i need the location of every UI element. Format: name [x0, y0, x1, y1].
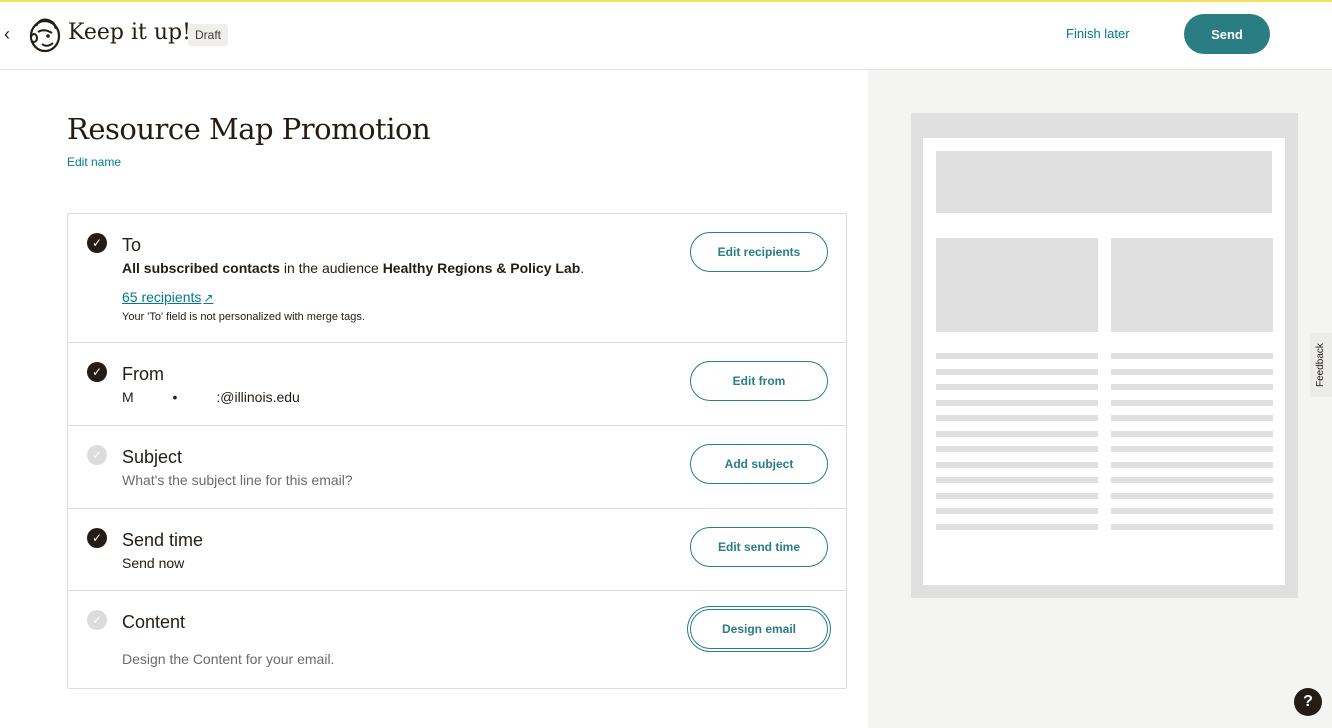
row-desc-to: All subscribed contacts in the audience …: [122, 260, 584, 276]
audience-name: Healthy Regions & Policy Lab: [382, 260, 581, 276]
desc-end: .: [580, 260, 585, 276]
draft-badge: Draft: [188, 24, 229, 46]
edit-recipients-button[interactable]: Edit recipients: [690, 232, 828, 272]
placeholder-line: [1111, 399, 1273, 406]
placeholder-header-block: [936, 151, 1272, 213]
placeholder-line: [1111, 492, 1273, 499]
edit-from-button[interactable]: Edit from: [690, 361, 828, 401]
placeholder-line: [1111, 353, 1273, 359]
back-chevron-icon[interactable]: ‹: [4, 24, 18, 46]
design-email-button[interactable]: Design email: [690, 609, 828, 649]
placeholder-line: [936, 492, 1098, 499]
row-desc-from: M • :@illinois.edu: [122, 389, 300, 405]
desc-connector: in the audience: [279, 260, 383, 276]
row-title-content: Content: [122, 612, 186, 632]
placeholder-line: [1111, 508, 1273, 514]
row-desc-subject: What's the subject line for this email?: [122, 472, 353, 488]
row-desc-content: Design the Content for your email.: [122, 651, 335, 667]
checkmark-icon: ✓: [87, 610, 107, 630]
placeholder-line: [936, 461, 1098, 468]
placeholder-line: [1111, 384, 1273, 390]
placeholder-line: [1111, 415, 1273, 421]
external-link-icon: ↗: [203, 291, 214, 305]
placeholder-line: [936, 368, 1098, 375]
placeholder-line: [1111, 430, 1273, 437]
checklist-row-send-time: ✓ Send time Send now Edit send time: [68, 509, 846, 591]
placeholder-image-right: [1111, 238, 1273, 332]
help-icon[interactable]: ?: [1294, 688, 1322, 716]
add-subject-button[interactable]: Add subject: [690, 444, 828, 484]
placeholder-line: [1111, 446, 1273, 452]
placeholder-line: [1111, 523, 1273, 530]
email-preview-placeholder: [923, 138, 1285, 585]
placeholder-line: [936, 399, 1098, 406]
checklist-row-content: ✓ Content Design the Content for your em…: [68, 591, 846, 688]
checkmark-icon: ✓: [87, 528, 107, 548]
recipients-count: 65 recipients: [122, 289, 202, 305]
checkmark-icon: ✓: [87, 362, 107, 382]
merge-tag-note: Your 'To' field is not personalized with…: [122, 311, 365, 323]
placeholder-image-left: [936, 238, 1098, 332]
campaign-checklist: ✓ To All subscribed contacts in the audi…: [67, 213, 847, 689]
checklist-row-from: ✓ From M • :@illinois.edu Edit from: [68, 343, 846, 426]
checkmark-icon: ✓: [87, 445, 107, 465]
send-button[interactable]: Send: [1184, 14, 1270, 54]
top-bar: ‹ Keep it up! Draft Finish later Send: [0, 2, 1332, 70]
placeholder-line: [936, 384, 1098, 390]
campaign-title: Resource Map Promotion: [67, 112, 431, 146]
feedback-tab[interactable]: Feedback: [1310, 333, 1332, 397]
edit-name-link[interactable]: Edit name: [67, 155, 121, 169]
edit-send-time-button[interactable]: Edit send time: [690, 527, 828, 567]
placeholder-line: [936, 353, 1098, 359]
mailchimp-logo-icon: [29, 18, 61, 53]
checkmark-icon: ✓: [87, 233, 107, 253]
placeholder-line: [936, 477, 1098, 483]
placeholder-line: [936, 446, 1098, 452]
brand-text: Keep it up!: [68, 20, 191, 45]
recipients-link[interactable]: 65 recipients ↗: [122, 289, 213, 305]
row-title-to: To: [122, 235, 142, 255]
row-title-from: From: [122, 364, 164, 384]
checklist-row-to: ✓ To All subscribed contacts in the audi…: [68, 214, 846, 343]
placeholder-line: [936, 508, 1098, 514]
row-title-send-time: Send time: [122, 530, 204, 550]
row-desc-send-time: Send now: [122, 555, 185, 571]
placeholder-line: [1111, 368, 1273, 375]
finish-later-link[interactable]: Finish later: [1066, 26, 1130, 41]
audience-segment: All subscribed contacts: [122, 260, 280, 276]
placeholder-line: [936, 523, 1098, 530]
placeholder-line: [936, 430, 1098, 437]
placeholder-line: [1111, 461, 1273, 468]
checklist-row-subject: ✓ Subject What's the subject line for th…: [68, 426, 846, 509]
placeholder-line: [936, 415, 1098, 421]
placeholder-line: [1111, 477, 1273, 483]
row-title-subject: Subject: [122, 447, 183, 467]
